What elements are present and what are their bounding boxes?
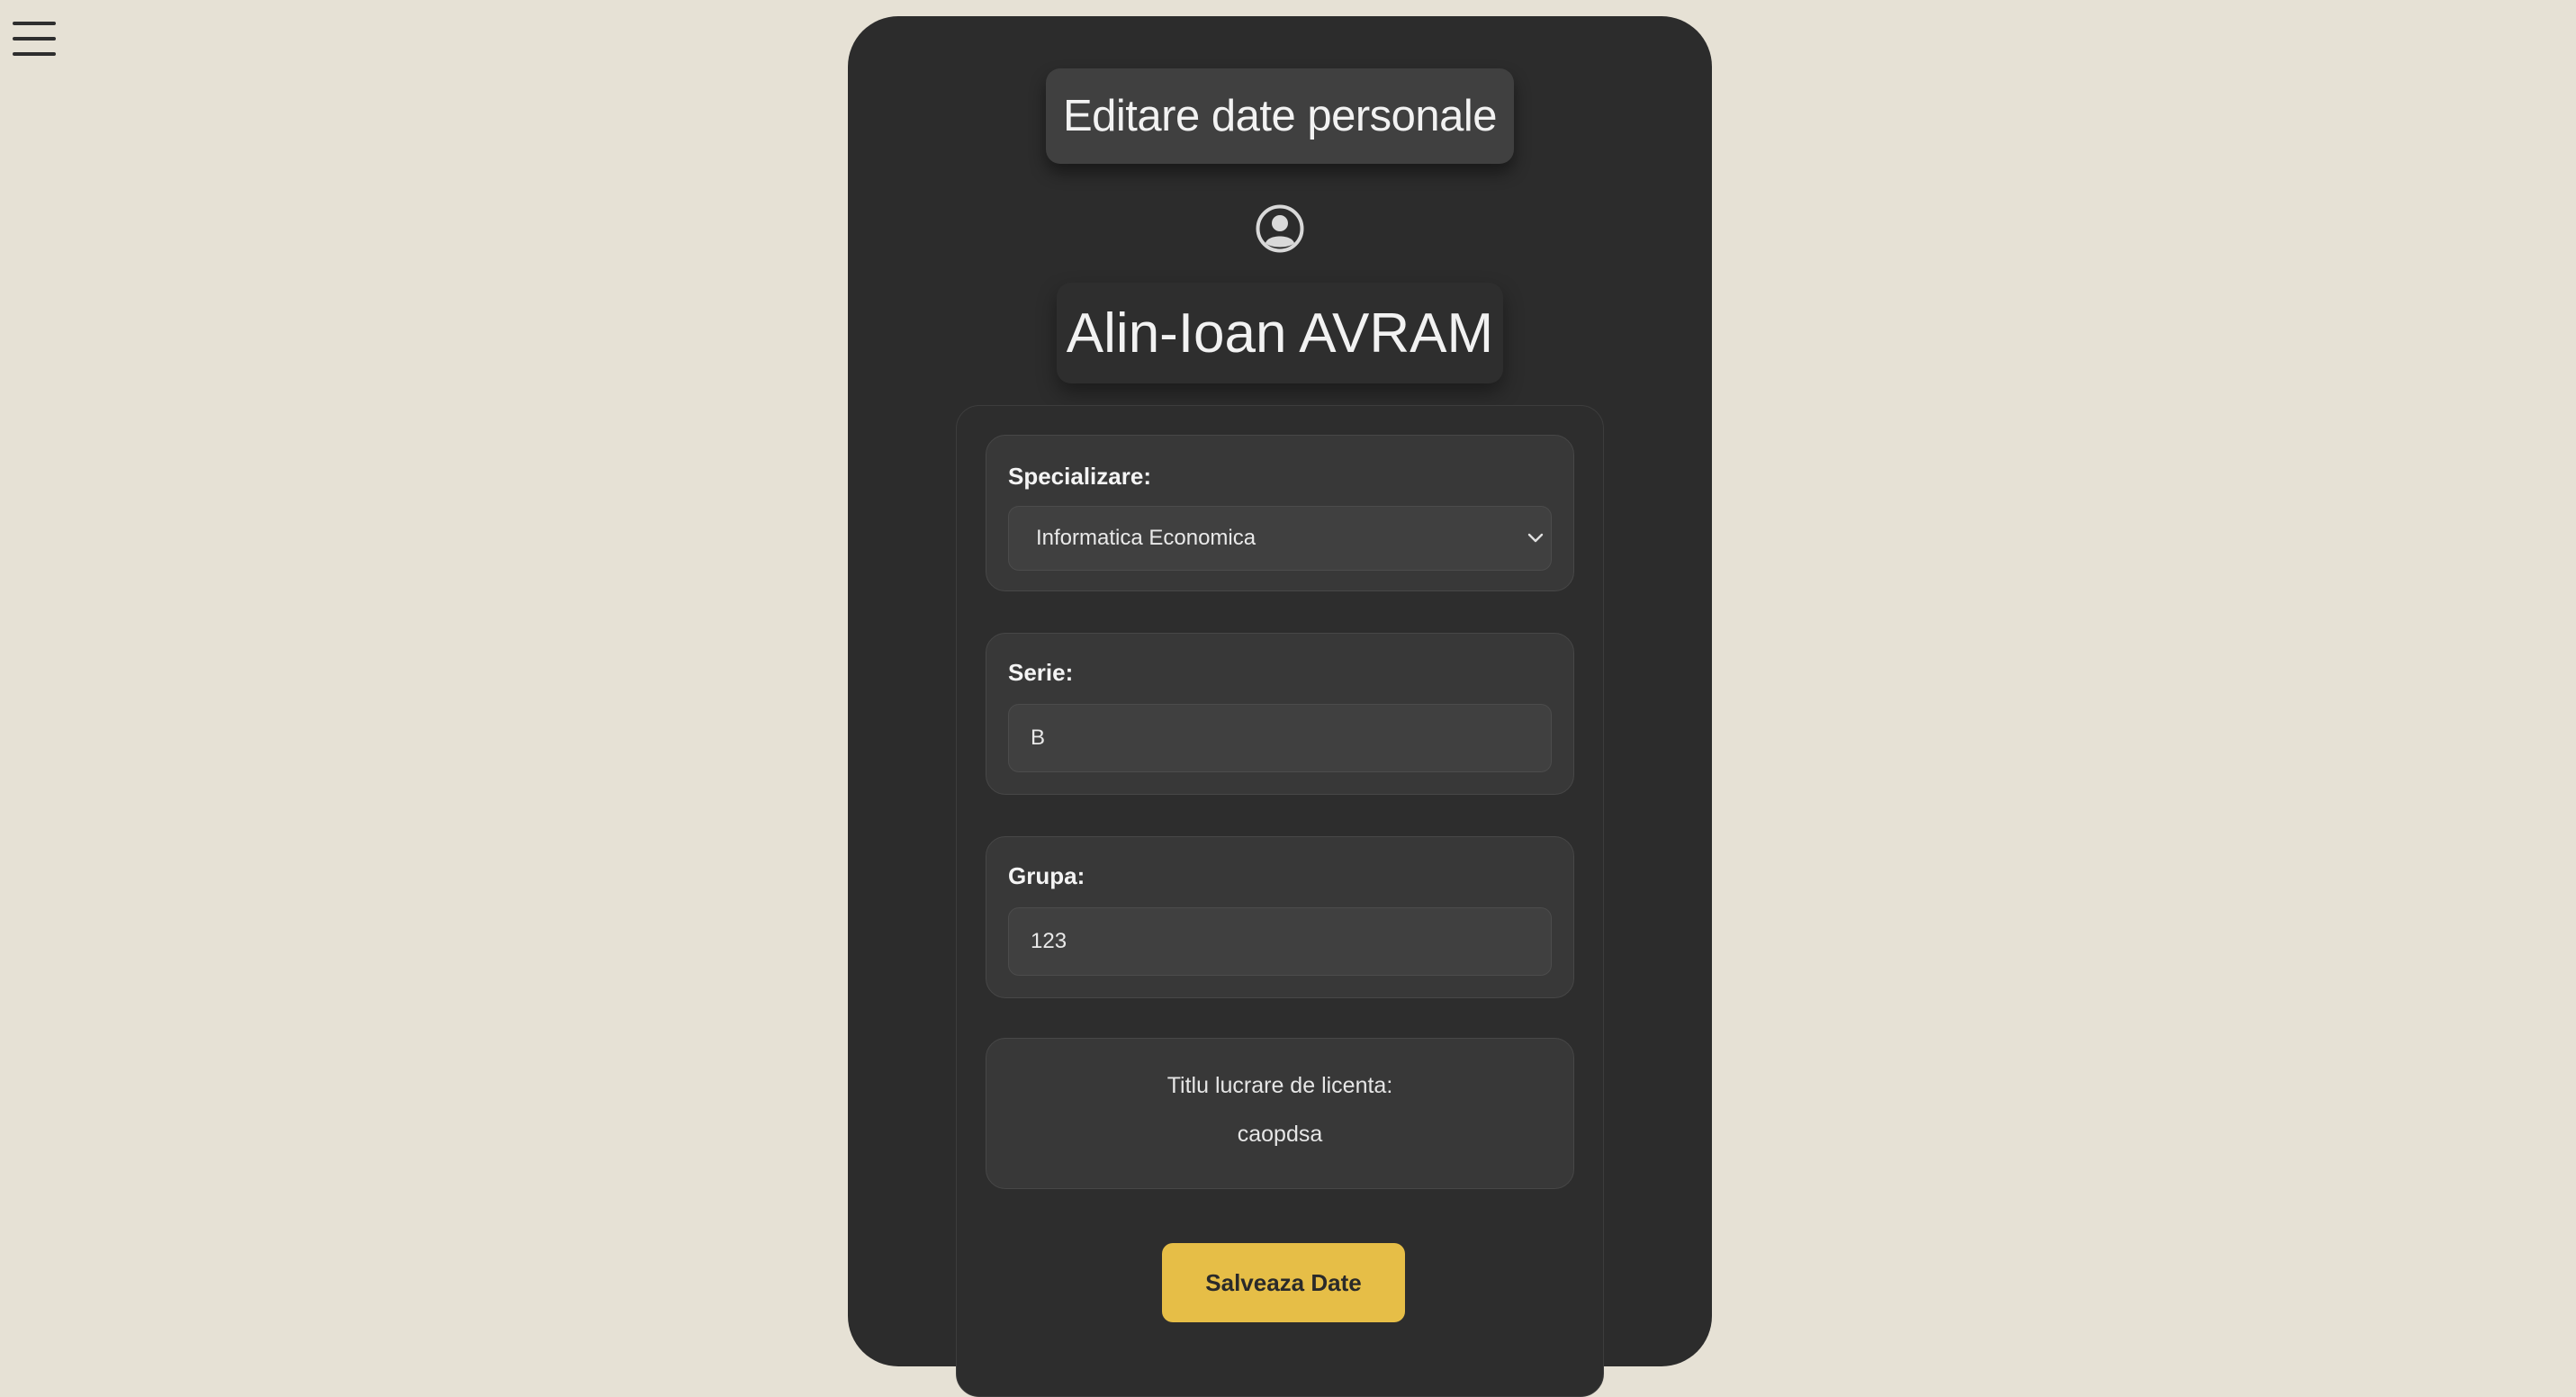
menu-bar [13, 22, 56, 25]
specializare-selected-value: Informatica Economica [1036, 526, 1256, 550]
hamburger-menu-icon[interactable] [13, 20, 56, 58]
user-circle-icon [1256, 204, 1304, 253]
profile-edit-panel: Editare date personale Alin-Ioan AVRAM S… [848, 16, 1712, 1397]
page-title: Editare date personale [1046, 68, 1514, 164]
serie-label: Serie: [1008, 659, 1074, 686]
grupa-label: Grupa: [1008, 862, 1085, 889]
chevron-down-icon [1527, 533, 1544, 543]
serie-field-group: Serie: B [986, 633, 1574, 795]
specializare-field-group: Specializare: Informatica Economica [986, 435, 1574, 591]
specializare-label: Specializare: [1008, 463, 1151, 490]
grupa-input[interactable]: 123 [1008, 907, 1552, 976]
specializare-select[interactable]: Informatica Economica [1008, 506, 1552, 571]
personal-data-form: Specializare: Informatica Economica Seri… [956, 405, 1604, 1397]
thesis-title-label: Titlu lucrare de licenta: [1166, 1073, 1393, 1098]
serie-input[interactable]: B [1008, 704, 1552, 772]
save-button[interactable]: Salveaza Date [1162, 1243, 1405, 1322]
menu-bar [13, 52, 56, 56]
menu-bar [13, 37, 56, 41]
grupa-field-group: Grupa: 123 [986, 836, 1574, 998]
student-name: Alin-Ioan AVRAM [1057, 283, 1503, 383]
thesis-title-card: Titlu lucrare de licenta: caopdsa [986, 1038, 1574, 1189]
thesis-title-value: caopdsa [1237, 1122, 1323, 1147]
